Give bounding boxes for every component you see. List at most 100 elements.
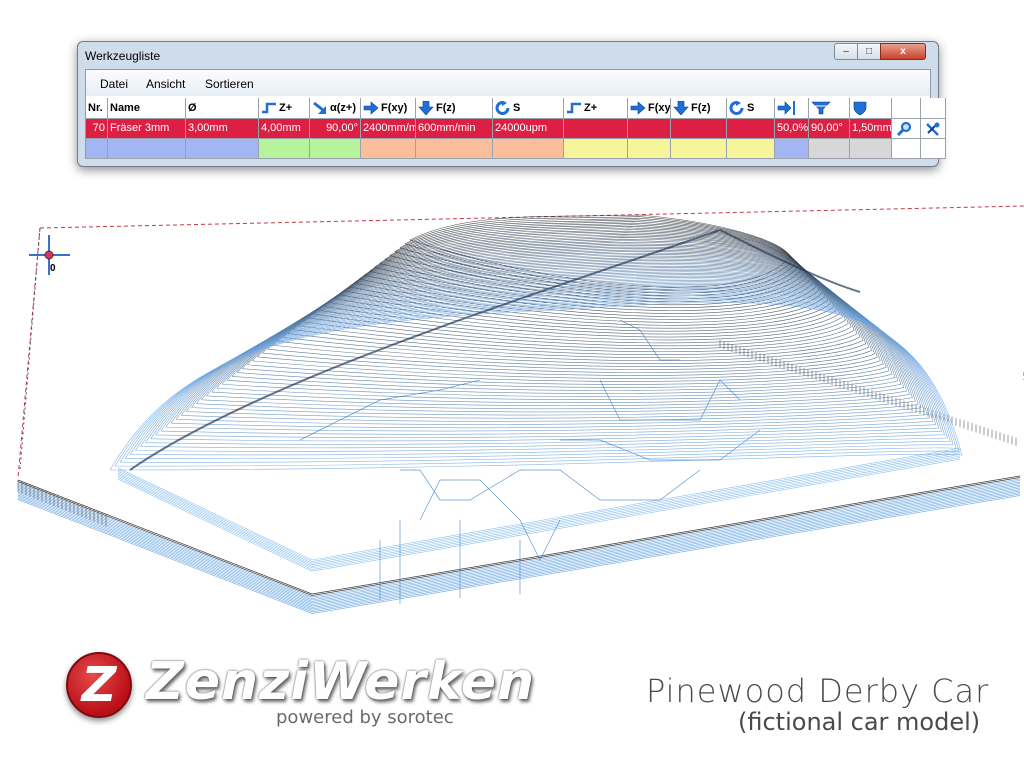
header-label: F(xy) (648, 102, 671, 114)
empty-cell-nr[interactable] (86, 139, 108, 159)
maximize-button[interactable]: □ (857, 43, 881, 60)
cell-value: 2400mm/min (363, 122, 415, 134)
brand-name: ZenziWerken (146, 652, 536, 712)
empty-cell-angle[interactable] (809, 139, 850, 159)
title-bar[interactable]: Werkzeugliste – □ x (78, 42, 938, 69)
header-diameter[interactable]: Ø (186, 98, 259, 119)
cell-z-plus[interactable]: 4,00mm (259, 119, 310, 139)
cell-value: 90,00° (811, 122, 843, 134)
header-z-plus-2[interactable]: Z+ (564, 98, 628, 119)
base-plate (17, 340, 1021, 614)
logo-letter: Z (81, 657, 117, 713)
cell-name[interactable]: Fräser 3mm (108, 119, 186, 139)
header-angle[interactable] (809, 98, 850, 119)
header-label: S (513, 102, 521, 114)
header-label: Ø (188, 102, 197, 114)
close-button[interactable]: x (880, 43, 926, 60)
header-spindle-2[interactable]: S (727, 98, 775, 119)
empty-cell-z-plus-2[interactable] (564, 139, 628, 159)
window-client: Datei Ansicht Sortieren Nr. 70 Name Fräser … (85, 69, 946, 159)
empty-cell-spindle-2[interactable] (727, 139, 775, 159)
header-alpha[interactable]: α(z+) (310, 98, 361, 119)
cell-value: 600mm/min (418, 122, 476, 134)
cell-feed-xy[interactable]: 2400mm/min (361, 119, 416, 139)
cell-feed-xy-2[interactable] (628, 119, 671, 139)
spindle-rotate-icon (729, 100, 745, 115)
header-z-plus[interactable]: Z+ (259, 98, 310, 119)
empty-cell-spindle[interactable] (493, 139, 564, 159)
header-stepover[interactable] (775, 98, 809, 119)
cell-tool[interactable] (921, 119, 946, 139)
header-feed-xy[interactable]: F(xy) (361, 98, 416, 119)
header-feed-z-2[interactable]: F(z) (671, 98, 727, 119)
empty-cell-stepover[interactable] (775, 139, 809, 159)
menu-sortieren[interactable]: Sortieren (205, 77, 254, 91)
empty-cell-name[interactable] (108, 139, 186, 159)
empty-cell-tool[interactable] (921, 139, 946, 159)
empty-cell-feed-z-2[interactable] (671, 139, 727, 159)
empty-cell-feed-xy[interactable] (361, 139, 416, 159)
brand-tagline: powered by sorotec (276, 707, 454, 728)
header-feed-z[interactable]: F(z) (416, 98, 493, 119)
empty-cell-feed-xy-2[interactable] (628, 139, 671, 159)
tool-list-window: Werkzeugliste – □ x Datei Ansicht Sortie… (77, 41, 946, 167)
header-label: Name (110, 102, 140, 114)
cell-value: Fräser 3mm (110, 122, 170, 134)
tool-edit-icon[interactable] (925, 122, 941, 136)
cell-value: 1,50mm (852, 122, 892, 134)
cell-angle[interactable]: 90,00° (809, 119, 850, 139)
empty-cell-diameter[interactable] (186, 139, 259, 159)
header-label: Z+ (279, 102, 293, 114)
cell-spindle[interactable]: 24000upm (493, 119, 564, 139)
menu-ansicht[interactable]: Ansicht (146, 77, 185, 91)
header-name[interactable]: Name (108, 98, 186, 119)
stock-boundary-left (19, 227, 41, 471)
minimize-button[interactable]: – (834, 43, 858, 60)
header-spindle[interactable]: S (493, 98, 564, 119)
cell-depth[interactable]: 1,50mm (850, 119, 892, 139)
down-arrow-icon (673, 100, 689, 116)
right-arrow-icon (363, 101, 379, 115)
cell-diameter[interactable]: 3,00mm (186, 119, 259, 139)
caption-subtitle: (fictional car model) (738, 708, 981, 736)
empty-cell-alpha[interactable] (310, 139, 361, 159)
empty-cell-depth[interactable] (850, 139, 892, 159)
empty-cell-feed-z[interactable] (416, 139, 493, 159)
cell-nr[interactable]: 70 (86, 119, 108, 139)
right-arrow-bar-icon (777, 101, 797, 115)
cell-value: 70 (92, 122, 105, 134)
step-up-icon (566, 101, 582, 115)
cell-value: 3,00mm (188, 122, 228, 134)
header-depth[interactable] (850, 98, 892, 119)
car-body-contours (109, 214, 963, 471)
header-label: F(z) (691, 102, 711, 114)
cell-feed-z[interactable]: 600mm/min (416, 119, 493, 139)
cell-value: 24000upm (495, 122, 547, 134)
header-label: Nr. (88, 102, 103, 114)
header-label: S (747, 102, 755, 114)
header-tool[interactable] (921, 98, 946, 119)
cell-alpha[interactable]: 90,00° (310, 119, 361, 139)
header-label: Z+ (584, 102, 598, 114)
search-icon[interactable] (896, 121, 912, 137)
cell-value: 90,00° (326, 122, 358, 134)
diagonal-down-arrow-icon (312, 101, 328, 115)
empty-cell-z-plus[interactable] (259, 139, 310, 159)
header-nr[interactable]: Nr. (86, 98, 108, 119)
header-label: F(z) (436, 102, 456, 114)
cell-z-plus-2[interactable] (564, 119, 628, 139)
header-label: F(xy) (381, 102, 408, 114)
right-arrow-icon (630, 101, 646, 115)
menu-datei[interactable]: Datei (100, 77, 128, 91)
caption-title: Pinewood Derby Car (646, 672, 990, 710)
down-arrow-icon (418, 100, 434, 116)
cell-value: 4,00mm (261, 122, 301, 134)
cell-search[interactable] (892, 119, 921, 139)
header-search[interactable] (892, 98, 921, 119)
toolpath-view[interactable]: 0 (0, 190, 1024, 630)
cell-feed-z-2[interactable] (671, 119, 727, 139)
header-feed-xy-2[interactable]: F(xy) (628, 98, 671, 119)
cell-stepover[interactable]: 50,0% (775, 119, 809, 139)
cell-spindle-2[interactable] (727, 119, 775, 139)
empty-cell-search[interactable] (892, 139, 921, 159)
